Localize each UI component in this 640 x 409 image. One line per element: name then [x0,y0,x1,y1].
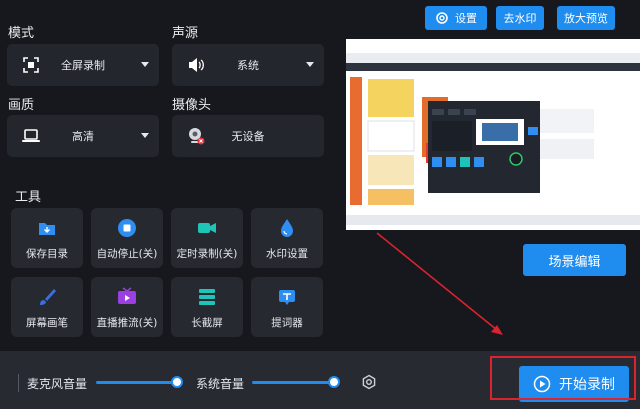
mic-volume-slider[interactable] [96,381,178,384]
system-volume-slider[interactable] [252,381,334,384]
divider [18,374,19,392]
annotation-highlight-box [490,356,636,400]
system-volume-label: 系统音量 [196,377,245,391]
mic-volume-knob[interactable] [171,376,183,388]
gear-icon[interactable] [361,374,377,390]
system-volume-knob[interactable] [328,376,340,388]
annotation-arrow [376,232,503,335]
mic-volume-label: 麦克风音量 [27,377,88,391]
